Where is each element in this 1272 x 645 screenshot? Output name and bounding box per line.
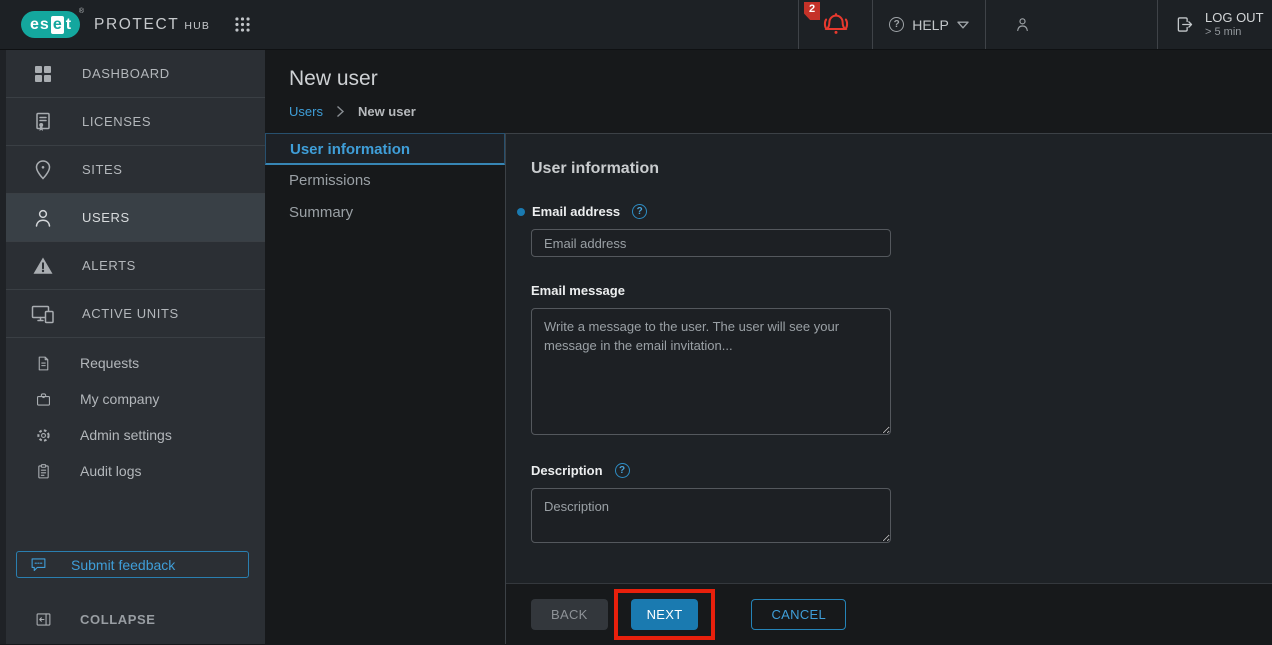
dashboard-icon [30,62,56,86]
logo-letter: e [30,17,39,33]
eset-logo: e s e t ® [21,11,80,38]
briefcase-icon [34,391,52,408]
logout-icon [1174,14,1195,35]
logout-button[interactable]: LOG OUT > 5 min [1157,0,1272,49]
wizard-footer: BACK NEXT CANCEL [506,583,1272,644]
help-label: HELP [912,17,949,33]
sidebar: DASHBOARD LICENSES SITES [0,50,265,644]
step-permissions[interactable]: Permissions [265,165,505,197]
app-launcher-button[interactable] [233,15,252,34]
sidebar-item-users[interactable]: USERS [6,194,265,242]
email-message-label: Email message [531,283,625,298]
users-icon [30,206,56,230]
location-pin-icon [30,158,56,182]
notification-badge: 2 [804,2,820,20]
step-user-information[interactable]: User information [265,133,505,165]
description-help-icon[interactable]: ? [615,463,630,478]
sidebar-item-alerts[interactable]: ALERTS [6,242,265,290]
submit-feedback-button[interactable]: Submit feedback [16,551,249,578]
logo-letter: e [51,16,64,34]
breadcrumb-chevron-icon [336,105,345,118]
breadcrumb-current: New user [358,104,416,119]
logout-label: LOG OUT [1205,10,1264,25]
page-header: New user Users New user [265,50,1272,133]
request-document-icon [34,355,52,372]
sidebar-item-active-units[interactable]: ACTIVE UNITS [6,290,265,338]
form-section-title: User information [531,160,1272,178]
collapse-sidebar-button[interactable]: COLLAPSE [6,604,265,634]
required-indicator [517,208,525,216]
notifications-button[interactable]: 2 [798,0,872,49]
logo-letter: s [40,17,49,33]
sidebar-item-sites[interactable]: SITES [6,146,265,194]
help-circle-icon: ? [889,17,904,32]
apps-grid-icon [233,15,252,34]
email-help-icon[interactable]: ? [632,204,647,219]
sidebar-item-licenses[interactable]: LICENSES [6,98,265,146]
alert-triangle-icon [30,254,56,278]
license-icon [30,110,56,134]
gear-icon [34,427,52,444]
collapse-icon [34,611,52,628]
sidebar-item-dashboard[interactable]: DASHBOARD [6,50,265,98]
devices-icon [30,302,56,326]
description-label: Description [531,463,603,478]
email-address-label: Email address [532,204,620,219]
breadcrumb-users-link[interactable]: Users [289,104,323,119]
help-menu[interactable]: ? HELP [872,0,985,49]
description-field[interactable] [531,488,891,543]
feedback-bubble-icon [30,556,47,573]
clipboard-icon [34,463,52,480]
main-area: New user Users New user User information… [265,50,1272,644]
account-menu[interactable] [985,0,1157,49]
breadcrumb: Users New user [289,104,1272,119]
product-name: PROTECTHUB [94,16,210,34]
email-address-field[interactable] [531,229,891,257]
brand: e s e t ® PROTECTHUB [0,0,252,49]
page-title: New user [289,67,1272,91]
logo-letter: t [66,17,71,33]
registered-mark: ® [79,8,84,15]
user-information-form: User information Email address ? Email m… [506,133,1272,583]
annotation-highlight-box: NEXT [614,589,716,640]
sidebar-item-my-company[interactable]: My company [6,381,265,417]
next-button[interactable]: NEXT [631,599,699,630]
back-button[interactable]: BACK [531,599,608,630]
email-message-field[interactable] [531,308,891,435]
top-bar: e s e t ® PROTECTHUB 2 [0,0,1272,50]
sidebar-item-admin-settings[interactable]: Admin settings [6,417,265,453]
chevron-down-icon [957,21,969,29]
cancel-button[interactable]: CANCEL [751,599,846,630]
sidebar-item-audit-logs[interactable]: Audit logs [6,453,265,489]
bell-icon [821,10,851,40]
step-summary[interactable]: Summary [265,197,505,229]
sidebar-item-requests[interactable]: Requests [6,345,265,381]
logout-timer: > 5 min [1205,26,1264,40]
user-icon [1013,15,1032,34]
wizard-steps: User information Permissions Summary [265,133,505,644]
